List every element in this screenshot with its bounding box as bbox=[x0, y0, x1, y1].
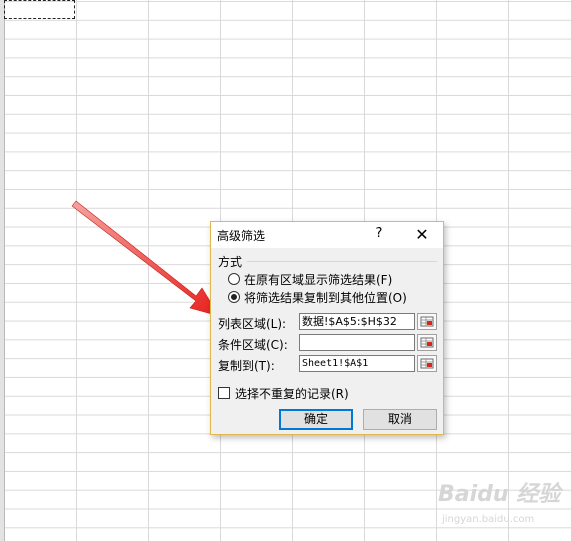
dialog-title: 高级筛选 bbox=[217, 229, 266, 243]
watermark-url: jingyan.baidu.com bbox=[442, 514, 535, 525]
criteria-range-label: 条件区域(C): bbox=[218, 338, 288, 352]
unique-records-label: 选择不重复的记录(R) bbox=[235, 386, 349, 401]
group-divider bbox=[247, 261, 437, 262]
list-range-label: 列表区域(L): bbox=[218, 317, 287, 331]
ok-button[interactable]: 确定 bbox=[279, 409, 353, 430]
unique-records-checkbox[interactable] bbox=[218, 387, 230, 399]
help-button[interactable]: ? bbox=[371, 226, 387, 244]
method-group-label: 方式 bbox=[218, 255, 243, 269]
unique-records-checkbox-row[interactable]: 选择不重复的记录(R) bbox=[218, 385, 349, 401]
dialog-titlebar[interactable]: 高级筛选 ? ✕ bbox=[211, 222, 443, 248]
advanced-filter-dialog: 高级筛选 ? ✕ 方式 在原有区域显示筛选结果(F) 将筛选结果复制到其他位置(… bbox=[210, 221, 444, 435]
copy-to-input[interactable]: Sheet1!$A$1 bbox=[299, 355, 415, 372]
criteria-range-collapse-icon[interactable] bbox=[417, 334, 437, 351]
criteria-range-input[interactable] bbox=[299, 334, 415, 351]
cancel-button[interactable]: 取消 bbox=[363, 409, 437, 430]
list-range-input[interactable]: 数据!$A$5:$H$32 bbox=[299, 313, 415, 330]
radio-button-selected[interactable] bbox=[228, 291, 240, 303]
radio-label: 在原有区域显示筛选结果(F) bbox=[244, 272, 393, 287]
list-range-collapse-icon[interactable] bbox=[417, 313, 437, 330]
close-icon[interactable]: ✕ bbox=[411, 224, 433, 246]
radio-label: 将筛选结果复制到其他位置(O) bbox=[244, 290, 407, 305]
watermark-text: Baidu 经验 bbox=[438, 482, 561, 507]
radio-filter-in-place[interactable]: 在原有区域显示筛选结果(F) bbox=[228, 271, 392, 287]
radio-button[interactable] bbox=[228, 273, 240, 285]
baidu-watermark: Baidu 经验 jingyan.baidu.com bbox=[438, 476, 568, 536]
copy-to-collapse-icon[interactable] bbox=[417, 355, 437, 372]
copy-to-label: 复制到(T): bbox=[218, 359, 275, 373]
radio-copy-to-location[interactable]: 将筛选结果复制到其他位置(O) bbox=[228, 289, 407, 305]
